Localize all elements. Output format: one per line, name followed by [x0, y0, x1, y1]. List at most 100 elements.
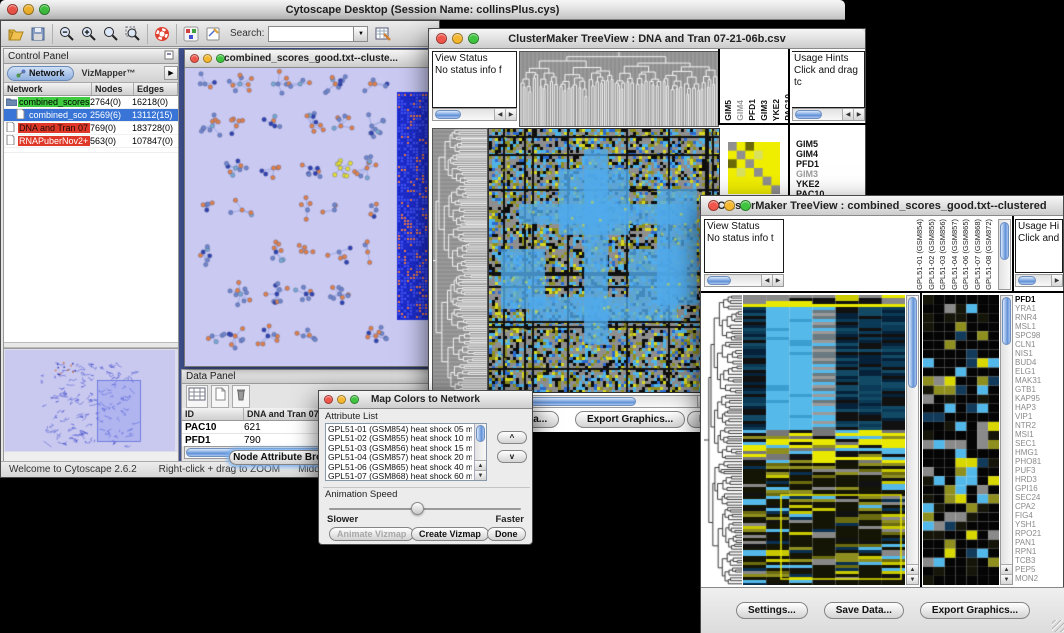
- gene-label[interactable]: NIS1: [1015, 349, 1063, 358]
- heatmap-canvas[interactable]: [743, 295, 905, 585]
- heatmap-vscrollbar[interactable]: ▲ ▼: [906, 295, 919, 585]
- gene-label[interactable]: BUD4: [1015, 358, 1063, 367]
- attribute-item[interactable]: GPL51-02 (GSM855) heat shock 10 min: [328, 434, 472, 443]
- gene-heatmap-canvas[interactable]: [923, 295, 999, 585]
- gene-label[interactable]: MSL1: [1015, 322, 1063, 331]
- create-vizmap-button[interactable]: Create Vizmap: [411, 527, 489, 541]
- scroll-up-icon[interactable]: ▲: [907, 564, 918, 574]
- search-input[interactable]: [268, 26, 354, 42]
- gene-label[interactable]: PEP5: [1015, 565, 1063, 574]
- zoom-button[interactable]: [350, 395, 359, 404]
- gene-label[interactable]: SEC24: [1015, 493, 1063, 502]
- minimize-button[interactable]: [724, 200, 735, 211]
- gene-label[interactable]: RPO21: [1015, 529, 1063, 538]
- float-panel-icon[interactable]: [164, 47, 174, 65]
- zoom-in-icon[interactable]: [78, 23, 100, 45]
- gene-label[interactable]: PUF3: [1015, 466, 1063, 475]
- close-button[interactable]: [7, 4, 18, 15]
- resize-grip[interactable]: [1052, 620, 1064, 632]
- gene-label[interactable]: GTB1: [1015, 385, 1063, 394]
- export-graphics-button[interactable]: Export Graphics...: [920, 602, 1030, 619]
- gene-label[interactable]: MON2: [1015, 574, 1063, 583]
- gene-label[interactable]: KAP95: [1015, 394, 1063, 403]
- attribute-list-scrollbar[interactable]: ▲ ▼: [474, 424, 486, 480]
- open-folder-icon[interactable]: [5, 23, 27, 45]
- scroll-right-icon[interactable]: ▶: [772, 275, 783, 286]
- usage-hints-scrollbar[interactable]: ◀▶: [792, 108, 865, 121]
- zoom-button[interactable]: [468, 33, 479, 44]
- export-graphics-button[interactable]: Export Graphics...: [575, 411, 685, 428]
- gene-label[interactable]: FIG4: [1015, 511, 1063, 520]
- tab-network[interactable]: Network: [7, 66, 74, 81]
- zoom-region-icon[interactable]: [122, 23, 144, 45]
- gene-label[interactable]: YSH1: [1015, 520, 1063, 529]
- save-data-button[interactable]: Save Data...: [824, 602, 904, 619]
- gene-label[interactable]: VIP1: [1015, 412, 1063, 421]
- similarity-submatrix-canvas[interactable]: [728, 142, 780, 194]
- gene-label[interactable]: YRA1: [1015, 304, 1063, 313]
- attribute-table-icon[interactable]: [186, 385, 208, 408]
- zoom-fit-icon[interactable]: [100, 23, 122, 45]
- gene-label[interactable]: MSI1: [1015, 430, 1063, 439]
- attribute-listbox[interactable]: GPL51-01 (GSM854) heat shock 05 minGPL51…: [325, 423, 487, 481]
- gene-label[interactable]: HMG1: [1015, 448, 1063, 457]
- tab-overflow-button[interactable]: ▶: [164, 66, 178, 80]
- annotation-icon[interactable]: [202, 23, 224, 45]
- cytoscape-titlebar[interactable]: Cytoscape Desktop (Session Name: collins…: [0, 0, 845, 20]
- attribute-item[interactable]: GPL51-01 (GSM854) heat shock 05 min: [328, 425, 472, 434]
- column-dendrogram-canvas[interactable]: [519, 51, 719, 127]
- move-up-button[interactable]: ^: [497, 431, 527, 444]
- row-dendrogram-canvas[interactable]: [432, 128, 488, 393]
- scroll-up-icon[interactable]: ▲: [475, 460, 486, 470]
- tab-vizmapper[interactable]: VizMapper™: [76, 68, 142, 78]
- gene-label[interactable]: PHO81: [1015, 457, 1063, 466]
- network-table-row[interactable]: DNA and Tran 07769(0)183728(0): [4, 122, 178, 135]
- vizmapper-icon[interactable]: [180, 23, 202, 45]
- minimize-button[interactable]: [203, 54, 212, 63]
- attribute-item[interactable]: GPL51-04 (GSM857) heat shock 20 min: [328, 453, 472, 462]
- minimize-button[interactable]: [337, 395, 346, 404]
- delete-attribute-icon[interactable]: [232, 385, 250, 408]
- save-icon[interactable]: [27, 23, 49, 45]
- gene-label[interactable]: RPN1: [1015, 547, 1063, 556]
- row-dendrogram-canvas[interactable]: [704, 295, 742, 585]
- gene-label[interactable]: HAP3: [1015, 403, 1063, 412]
- gene-label[interactable]: ELG1: [1015, 367, 1063, 376]
- scroll-right-icon[interactable]: ▶: [1051, 275, 1062, 286]
- usage-hints-scrollbar[interactable]: ▶: [1015, 274, 1063, 287]
- close-button[interactable]: [436, 33, 447, 44]
- attribute-item[interactable]: GPL51-06 (GSM865) heat shock 40 min: [328, 463, 472, 472]
- network-table-row[interactable]: combined_sco2569(6)13112(15): [4, 109, 178, 122]
- minimize-button[interactable]: [452, 33, 463, 44]
- gene-list[interactable]: PFD1YRA1RNR4MSL1SPC98CLN1NIS1BUD4ELG1MAK…: [1015, 295, 1063, 585]
- gene-label[interactable]: NTR2: [1015, 421, 1063, 430]
- gene-list-scrollbar[interactable]: ▲ ▼: [1000, 295, 1013, 585]
- attribute-item[interactable]: GPL51-07 (GSM868) heat shock 60 min: [328, 472, 472, 480]
- gene-label[interactable]: PFD1: [1015, 295, 1063, 304]
- gene-label[interactable]: SPC98: [1015, 331, 1063, 340]
- scroll-left-icon[interactable]: ◀: [842, 109, 853, 120]
- zoom-out-icon[interactable]: [56, 23, 78, 45]
- gene-label[interactable]: GPI16: [1015, 484, 1063, 493]
- close-button[interactable]: [190, 54, 199, 63]
- gene-label[interactable]: SEC1: [1015, 439, 1063, 448]
- close-button[interactable]: [708, 200, 719, 211]
- scroll-right-icon[interactable]: ▶: [505, 109, 516, 120]
- help-lifesaver-icon[interactable]: [151, 23, 173, 45]
- zoom-button[interactable]: [740, 200, 751, 211]
- network-table-row[interactable]: RNAPuberNov2+563(0)107847(0): [4, 135, 178, 148]
- birdseye-canvas[interactable]: [5, 350, 175, 451]
- zoom-button[interactable]: [39, 4, 50, 15]
- view-status-scrollbar[interactable]: ◀▶: [432, 108, 517, 121]
- speed-slider-track[interactable]: [329, 508, 521, 510]
- close-button[interactable]: [324, 395, 333, 404]
- scroll-right-icon[interactable]: ▶: [853, 109, 864, 120]
- scroll-left-icon[interactable]: ◀: [761, 275, 772, 286]
- new-attribute-icon[interactable]: [211, 385, 229, 408]
- scroll-down-icon[interactable]: ▼: [907, 574, 918, 584]
- minimize-button[interactable]: [23, 4, 34, 15]
- column-labels-scrollbar[interactable]: [998, 219, 1011, 290]
- speed-slider-thumb[interactable]: [411, 502, 424, 515]
- gene-label[interactable]: HRD3: [1015, 475, 1063, 484]
- view-status-scrollbar[interactable]: ◀▶: [704, 274, 784, 287]
